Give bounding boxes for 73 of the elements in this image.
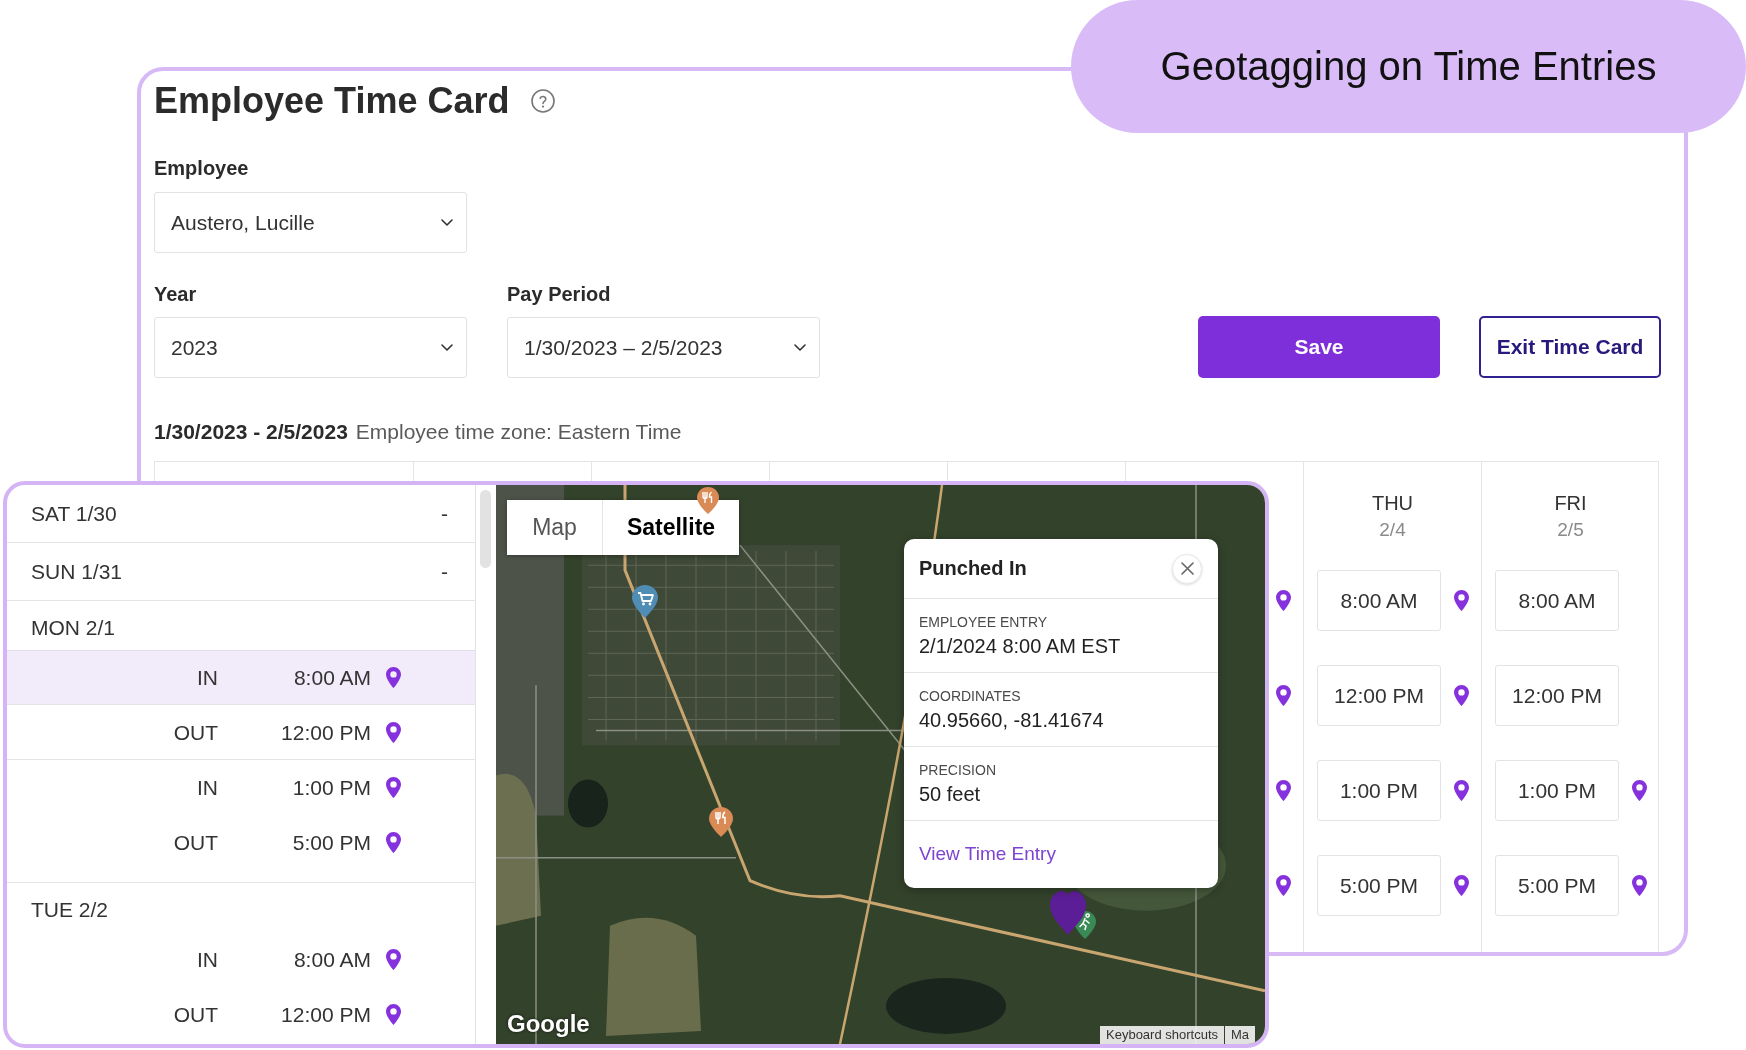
- info-label: COORDINATES: [919, 687, 1021, 705]
- close-icon: [1180, 562, 1194, 575]
- year-dropdown[interactable]: 2023: [154, 317, 467, 378]
- title-banner: Geotagging on Time Entries: [1071, 0, 1746, 133]
- date-label: 2/5: [1557, 518, 1584, 542]
- info-label: PRECISION: [919, 761, 996, 779]
- chevron-down-icon: [441, 219, 453, 226]
- punch-time: 8:00 AM: [292, 665, 371, 690]
- fork-knife-pin-icon: [697, 487, 719, 514]
- punch-time: 12:00 PM: [280, 720, 371, 745]
- time-field[interactable]: 1:00 PM: [1317, 760, 1441, 821]
- punch-type: IN: [196, 665, 218, 690]
- popup-title: Punched In: [919, 557, 1027, 580]
- scrollbar-thumb[interactable]: [480, 490, 491, 568]
- chevron-down-icon: [441, 344, 453, 351]
- punch-row[interactable]: OUT 5:00 PM: [7, 815, 475, 870]
- time-zone-text: Employee time zone: Eastern Time: [355, 419, 682, 445]
- empty-value: -: [441, 501, 448, 526]
- punch-row[interactable]: OUT 12:00 PM: [7, 987, 475, 1042]
- time-field[interactable]: 12:00 PM: [1495, 665, 1619, 726]
- weekday-label: THU: [1371, 491, 1414, 515]
- attribution-link[interactable]: Ma: [1225, 1026, 1256, 1044]
- exit-button[interactable]: Exit Time Card: [1479, 316, 1661, 378]
- punch-time: 5:00 PM: [291, 830, 371, 855]
- close-button[interactable]: [1172, 553, 1202, 584]
- time-field[interactable]: 8:00 AM: [1317, 570, 1441, 631]
- punch-type: OUT: [172, 1002, 218, 1027]
- empty-value: -: [441, 559, 448, 584]
- employee-dropdown[interactable]: Austero, Lucille: [154, 192, 467, 253]
- punch-type: IN: [196, 775, 218, 800]
- pay-period-dropdown[interactable]: 1/30/2023 – 2/5/2023: [507, 317, 820, 378]
- day-label: MON 2/1: [30, 615, 117, 641]
- field-label: Year: [154, 282, 197, 306]
- location-marker-icon: [1050, 891, 1086, 935]
- shopping-cart-pin-icon: [632, 585, 658, 618]
- attribution-link[interactable]: Keyboard shortcuts: [1100, 1026, 1224, 1044]
- time-field[interactable]: 1:00 PM: [1495, 760, 1619, 821]
- page-title: Employee Time Card: [154, 79, 510, 123]
- map-provider-logo: Google: [507, 1010, 590, 1038]
- day-label: SAT 1/30: [31, 501, 117, 526]
- weekday-label: FRI: [1554, 491, 1587, 515]
- punch-type: OUT: [172, 830, 218, 855]
- punch-time: 12:00 PM: [280, 1002, 371, 1027]
- time-field[interactable]: 12:00 PM: [1317, 665, 1441, 726]
- help-icon[interactable]: [531, 89, 556, 113]
- punch-row[interactable]: IN 1:00 PM: [7, 760, 475, 815]
- date-range: 1/30/2023 - 2/5/2023: [154, 419, 348, 445]
- info-label: EMPLOYEE ENTRY: [919, 613, 1048, 631]
- save-button[interactable]: Save: [1198, 316, 1440, 378]
- chevron-down-icon: [794, 344, 806, 351]
- view-entry-link[interactable]: View Time Entry: [919, 843, 1056, 864]
- punch-row[interactable]: IN 8:00 AM: [7, 932, 475, 987]
- info-value: 40.95660, -81.41674: [919, 708, 1104, 733]
- field-label: Employee: [154, 156, 249, 180]
- info-value: 2/1/2024 8:00 AM EST: [919, 634, 1121, 659]
- punch-time: 1:00 PM: [291, 775, 371, 800]
- punch-row[interactable]: OUT 12:00 PM: [7, 705, 475, 760]
- day-label: SUN 1/31: [31, 559, 123, 584]
- field-label: Pay Period: [507, 282, 611, 306]
- time-field[interactable]: 5:00 PM: [1317, 855, 1441, 916]
- punch-type: OUT: [172, 720, 218, 745]
- map-type-tab[interactable]: Map: [507, 500, 602, 555]
- map-type-tab[interactable]: Satellite: [602, 500, 739, 555]
- punch-time: 8:00 AM: [292, 947, 371, 972]
- fork-knife-pin-icon: [709, 807, 733, 837]
- info-value: 50 feet: [919, 782, 981, 807]
- date-label: 2/4: [1379, 518, 1406, 542]
- pond: [568, 779, 608, 828]
- day-label: TUE 2/2: [30, 897, 110, 923]
- punch-row[interactable]: IN 8:00 AM: [7, 650, 475, 705]
- time-field[interactable]: 8:00 AM: [1495, 570, 1619, 631]
- punch-type: IN: [196, 947, 218, 972]
- time-field[interactable]: 5:00 PM: [1495, 855, 1619, 916]
